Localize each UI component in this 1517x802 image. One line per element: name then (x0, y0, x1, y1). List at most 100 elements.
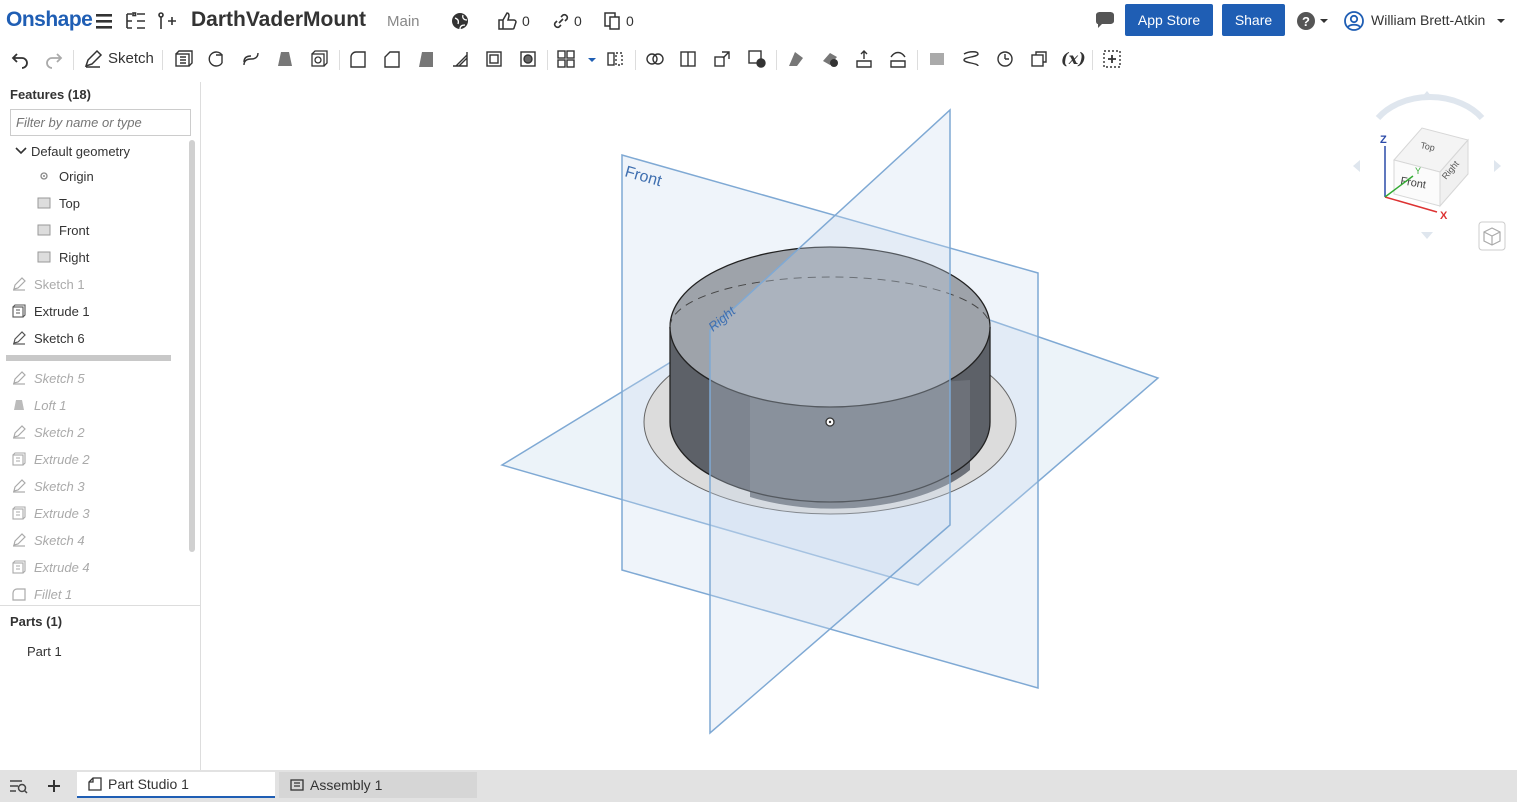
feature-item-right[interactable]: Right (37, 246, 89, 268)
shell-icon[interactable] (484, 49, 504, 69)
plane-icon[interactable] (927, 49, 947, 69)
pattern-dropdown-chevron-icon[interactable] (582, 49, 596, 69)
default-geometry-folder[interactable]: Default geometry (14, 140, 130, 162)
rollback-bar[interactable] (6, 355, 171, 361)
modify-fillet-icon[interactable] (786, 49, 806, 69)
tab-manager-icon[interactable] (8, 777, 28, 795)
tab-part-studio-1[interactable]: Part Studio 1 (77, 772, 275, 798)
assembly-icon (290, 779, 304, 791)
sweep-icon[interactable] (241, 49, 261, 69)
split-icon[interactable] (678, 49, 698, 69)
delete-face-icon[interactable] (820, 49, 840, 69)
rib-icon[interactable] (450, 49, 470, 69)
undo-icon[interactable] (10, 49, 30, 69)
mate-connector-icon[interactable] (995, 49, 1015, 69)
feature-item-front[interactable]: Front (37, 219, 89, 241)
revolve-icon[interactable] (206, 49, 226, 69)
loft-icon[interactable] (275, 49, 295, 69)
model-canvas[interactable]: Front Right Top Front Right Z X Y (201, 80, 1517, 770)
feature-item-fillet-1[interactable]: Fillet 1 (12, 583, 72, 605)
feature-item-sketch-5[interactable]: Sketch 5 (12, 367, 85, 389)
sketch-button-label[interactable]: Sketch (108, 50, 154, 67)
help-icon[interactable]: ? (1296, 10, 1330, 32)
boolean-icon[interactable] (645, 49, 665, 69)
transform-icon[interactable] (712, 49, 732, 69)
sketch-icon (13, 371, 26, 385)
user-menu-chevron-icon[interactable] (1495, 10, 1507, 32)
tab-assembly-1[interactable]: Assembly 1 (279, 772, 477, 798)
mirror-icon[interactable] (605, 49, 625, 69)
feature-item-sketch-1[interactable]: Sketch 1 (12, 273, 85, 295)
feature-list-scrollbar[interactable] (189, 140, 195, 552)
toolbar-divider (776, 50, 777, 70)
origin-icon (40, 172, 48, 180)
feature-item-extrude-3[interactable]: Extrude 3 (12, 502, 90, 524)
view-cube[interactable]: Top Front Right Z X Y (1353, 91, 1501, 239)
like-icon[interactable] (496, 10, 518, 32)
onshape-logo[interactable]: Onshape (6, 8, 93, 32)
feature-item-sketch-2[interactable]: Sketch 2 (12, 421, 85, 443)
globe-icon[interactable] (449, 10, 471, 32)
feature-label: Origin (59, 168, 94, 184)
chamfer-icon[interactable] (382, 49, 402, 69)
feature-label: Extrude 4 (34, 559, 90, 575)
share-button[interactable]: Share (1222, 4, 1285, 36)
feature-label: Right (59, 249, 90, 265)
add-tab-icon[interactable] (45, 777, 63, 795)
feature-item-sketch-3[interactable]: Sketch 3 (12, 475, 85, 497)
feature-toolbar: Sketch (x) (0, 42, 1517, 78)
delete-part-icon[interactable] (747, 49, 767, 69)
graphics-viewport[interactable]: Front Right Top Front Right Z X Y (201, 80, 1517, 770)
feature-item-extrude-1[interactable]: Extrude 1 (12, 300, 90, 322)
view-rotate-arc[interactable] (1375, 94, 1485, 121)
feature-item-origin[interactable]: Origin (37, 165, 94, 187)
branch-name[interactable]: Main (387, 13, 420, 30)
add-custom-feature-icon[interactable] (1102, 49, 1122, 69)
user-avatar-icon[interactable] (1343, 10, 1365, 32)
comments-icon[interactable] (1094, 10, 1116, 32)
helix-icon[interactable] (961, 49, 981, 69)
sketch-icon (13, 479, 26, 493)
tab-label: Assembly 1 (310, 777, 383, 793)
feature-label: Sketch 5 (34, 370, 85, 386)
view-options-icon[interactable] (1478, 221, 1506, 251)
replace-face-icon[interactable] (888, 49, 908, 69)
hole-icon[interactable] (518, 49, 538, 69)
variable-button[interactable]: (x) (1061, 49, 1086, 69)
thicken-icon[interactable] (309, 49, 329, 69)
pattern-icon[interactable] (556, 49, 576, 69)
variable-table-icon[interactable] (1029, 49, 1049, 69)
z-axis-label: Z (1380, 134, 1387, 146)
document-title[interactable]: DarthVaderMount (191, 8, 366, 32)
feature-filter-input[interactable] (10, 109, 191, 136)
part-studio-icon (88, 777, 102, 791)
view-left-arrow-icon[interactable] (1353, 160, 1360, 172)
fillet-icon[interactable] (348, 49, 368, 69)
view-down-arrow-icon[interactable] (1421, 232, 1433, 239)
feature-label: Sketch 3 (34, 478, 85, 494)
menu-icon[interactable] (94, 10, 116, 32)
part-item[interactable]: Part 1 (27, 640, 62, 662)
insert-icon[interactable] (155, 10, 177, 32)
draft-icon[interactable] (416, 49, 436, 69)
feature-item-sketch-4[interactable]: Sketch 4 (12, 529, 85, 551)
feature-list-icon[interactable] (124, 10, 146, 32)
feature-item-top[interactable]: Top (37, 192, 80, 214)
redo-icon[interactable] (44, 49, 64, 69)
chevron-down-icon[interactable] (14, 144, 28, 158)
user-name[interactable]: William Brett-Atkin (1371, 12, 1485, 28)
features-header: Features (18) (10, 87, 91, 102)
extrude-icon[interactable] (173, 49, 193, 69)
feature-item-extrude-2[interactable]: Extrude 2 (12, 448, 90, 470)
feature-item-sketch-6[interactable]: Sketch 6 (12, 327, 85, 349)
link-icon[interactable] (550, 10, 572, 32)
feature-item-extrude-4[interactable]: Extrude 4 (12, 556, 90, 578)
sketch-icon[interactable] (83, 49, 103, 69)
copy-icon[interactable] (602, 10, 624, 32)
link-count: 0 (574, 13, 582, 29)
view-right-arrow-icon[interactable] (1494, 160, 1501, 172)
move-face-icon[interactable] (854, 49, 874, 69)
feature-item-loft-1[interactable]: Loft 1 (12, 394, 67, 416)
app-store-button[interactable]: App Store (1125, 4, 1213, 36)
plane-icon (37, 224, 51, 236)
